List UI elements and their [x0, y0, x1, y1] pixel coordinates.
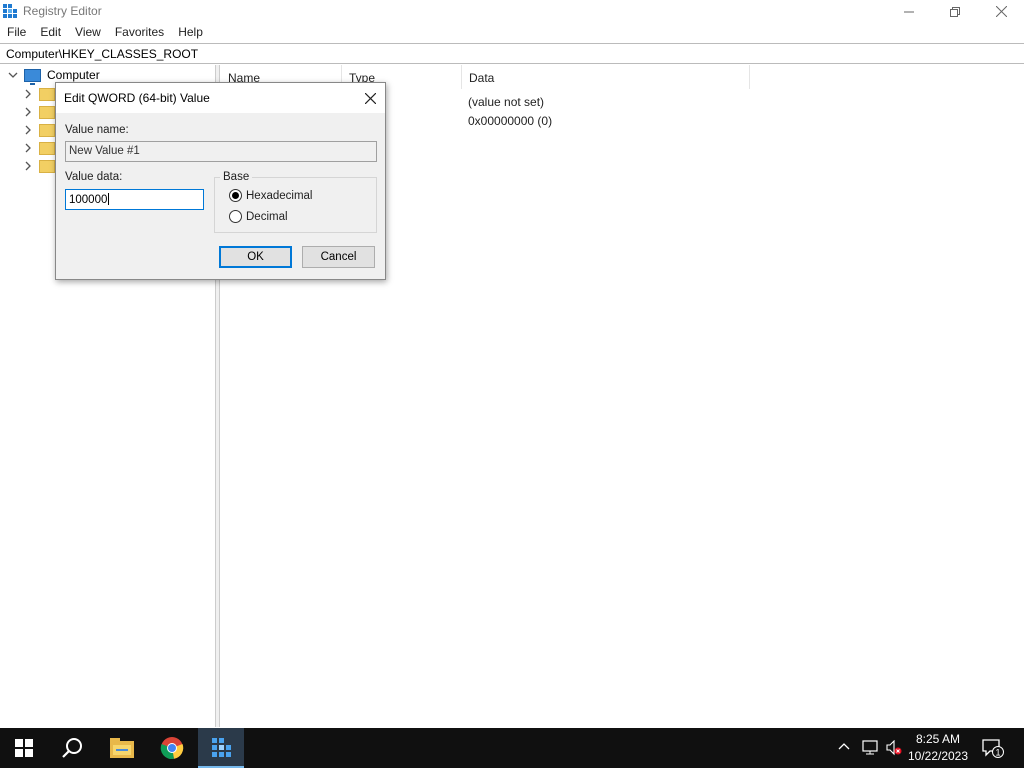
file-explorer-button[interactable] [98, 728, 146, 768]
search-icon [62, 738, 82, 758]
base-group [214, 177, 377, 233]
dialog-title: Edit QWORD (64-bit) Value [64, 91, 210, 105]
tree-item-hkey[interactable] [21, 157, 55, 175]
registry-editor-icon [212, 738, 231, 757]
chrome-icon [160, 737, 184, 760]
folder-icon [39, 141, 55, 155]
menu-bar: File Edit View Favorites Help [0, 23, 1024, 42]
menu-favorites[interactable]: Favorites [108, 23, 171, 42]
chevron-up-icon [838, 743, 850, 750]
tree-item-hkey[interactable] [21, 121, 55, 139]
chevron-right-icon[interactable] [21, 87, 35, 101]
tree-item-hkey[interactable] [21, 85, 55, 103]
notification-icon: 1 [982, 739, 1004, 758]
value-data: 0x00000000 (0) [468, 114, 553, 128]
chevron-right-icon[interactable] [21, 105, 35, 119]
address-bar[interactable]: Computer\HKEY_CLASSES_ROOT [0, 43, 1024, 64]
value-data-input[interactable]: 100000 [65, 189, 204, 210]
value-data-text: 100000 [69, 194, 108, 206]
close-icon [995, 6, 1007, 17]
ok-button[interactable]: OK [219, 246, 292, 268]
radio-hexadecimal[interactable]: Hexadecimal [229, 189, 312, 202]
column-header-data[interactable]: Data [462, 65, 750, 89]
menu-edit[interactable]: Edit [33, 23, 68, 42]
registry-editor-icon [3, 4, 17, 18]
radio-label-hexadecimal[interactable]: Hexadecimal [246, 190, 312, 202]
value-name-field: New Value #1 [65, 141, 377, 162]
menu-view[interactable]: View [68, 23, 108, 42]
chevron-right-icon[interactable] [21, 141, 35, 155]
network-button[interactable] [862, 740, 880, 759]
address-path: Computer\HKEY_CLASSES_ROOT [6, 47, 199, 61]
radio-button-checked[interactable] [229, 189, 242, 202]
network-icon [862, 740, 878, 755]
menu-file[interactable]: File [0, 23, 33, 42]
chevron-down-icon[interactable] [6, 68, 20, 82]
taskbar: 8:25 AM 10/22/2023 1 [0, 728, 1024, 768]
minimize-button[interactable] [886, 0, 932, 23]
radio-button-unchecked[interactable] [229, 210, 242, 223]
volume-muted-icon [886, 739, 902, 756]
menu-help[interactable]: Help [171, 23, 210, 42]
close-window-button[interactable] [978, 0, 1024, 23]
close-icon [364, 92, 376, 104]
clock[interactable]: 8:25 AM 10/22/2023 [905, 731, 971, 765]
action-center-button[interactable]: 1 [982, 739, 1004, 762]
tree-item-hkey[interactable] [21, 103, 55, 121]
chrome-button[interactable] [148, 728, 196, 768]
value-data-label: Value data: [65, 171, 123, 183]
folder-icon [39, 159, 55, 173]
notification-count: 1 [995, 748, 1000, 758]
clock-time: 8:25 AM [915, 732, 961, 746]
radio-label-decimal[interactable]: Decimal [246, 211, 288, 223]
cancel-button[interactable]: Cancel [302, 246, 375, 268]
folder-icon [39, 123, 55, 137]
folder-icon [39, 105, 55, 119]
volume-button[interactable] [886, 739, 902, 759]
chevron-right-icon[interactable] [21, 159, 35, 173]
restore-icon [950, 6, 960, 17]
clock-date: 10/22/2023 [907, 749, 969, 763]
title-bar: Registry Editor [0, 0, 1024, 23]
folder-icon [39, 87, 55, 101]
computer-icon [24, 68, 41, 85]
dialog-title-bar[interactable]: Edit QWORD (64-bit) Value [56, 83, 385, 113]
restore-button[interactable] [932, 0, 978, 23]
show-hidden-icons-button[interactable] [838, 740, 850, 754]
value-data: (value not set) [468, 95, 545, 109]
file-explorer-icon [110, 738, 134, 758]
registry-editor-taskbar-button[interactable] [198, 728, 244, 768]
edit-qword-dialog: Edit QWORD (64-bit) Value Value name: Ne… [55, 82, 386, 280]
base-group-label: Base [220, 171, 253, 183]
start-button[interactable] [0, 728, 48, 768]
radio-decimal[interactable]: Decimal [229, 210, 288, 223]
chevron-right-icon[interactable] [21, 123, 35, 137]
windows-logo-icon [15, 739, 33, 757]
dialog-close-button[interactable] [356, 86, 384, 110]
tree-item-hkey[interactable] [21, 139, 55, 157]
value-name-label: Value name: [65, 124, 129, 136]
search-button[interactable] [48, 728, 96, 768]
window-title: Registry Editor [23, 4, 102, 18]
tree-item-label: Computer [47, 68, 100, 82]
text-caret [108, 193, 110, 205]
minimize-icon [904, 11, 914, 12]
